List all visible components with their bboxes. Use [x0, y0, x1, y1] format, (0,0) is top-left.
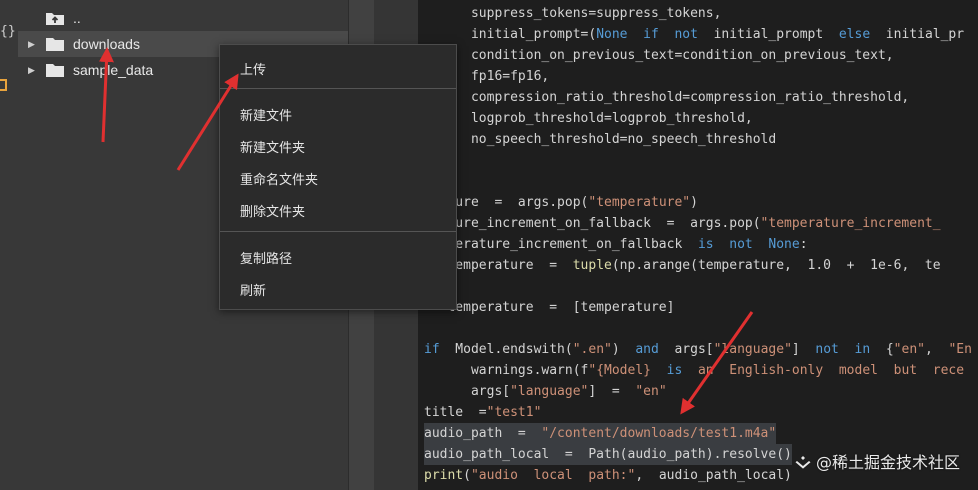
code-line: warnings.warn(f"{Model} is an English-on…	[424, 363, 965, 378]
watermark: @稀土掘金技术社区	[794, 449, 960, 473]
code-line: no_speech_threshold=no_speech_threshold	[424, 132, 777, 147]
expand-caret-icon[interactable]: ▶	[28, 39, 38, 50]
menu-divider	[220, 88, 456, 89]
code-line: temperature_increment_on_fallback is not…	[424, 237, 808, 252]
code-line: logprob_threshold=logprob_threshold,	[424, 111, 753, 126]
code-line: erature_increment_on_fallback = args.pop…	[424, 216, 941, 231]
code-line: erature = args.pop("temperature")	[424, 195, 698, 210]
code-line: args["language"] = "en"	[424, 384, 667, 399]
left-strip: {}	[0, 0, 18, 490]
code-editor: suppress_tokens=suppress_tokens, initial…	[374, 0, 978, 490]
file-item-label: downloads	[73, 36, 140, 52]
folder-up-icon	[46, 13, 64, 25]
watermark-text: @稀土掘金技术社区	[815, 453, 960, 472]
menu-divider	[220, 231, 456, 232]
folder-icon	[46, 64, 64, 77]
juejin-logo-icon	[795, 456, 811, 469]
code-line: suppress_tokens=suppress_tokens,	[424, 6, 722, 21]
code-line: compression_ratio_threshold=compression_…	[424, 90, 910, 105]
folder-icon	[46, 38, 64, 51]
menu-item-new-file[interactable]: 新建文件	[240, 105, 292, 124]
menu-item-upload[interactable]: 上传	[240, 59, 266, 78]
menu-item-copy-path[interactable]: 复制路径	[240, 248, 292, 267]
menu-item-new-folder[interactable]: 新建文件夹	[240, 137, 305, 156]
folder-outline-icon[interactable]	[0, 79, 7, 91]
code-line: title ="test1"	[424, 405, 542, 420]
menu-item-refresh[interactable]: 刷新	[240, 280, 266, 299]
code-line-highlighted: audio_path_local = Path(audio_path).reso…	[424, 444, 792, 465]
menu-item-rename-folder[interactable]: 重命名文件夹	[240, 169, 318, 188]
code-line-highlighted: audio_path = "/content/downloads/test1.m…	[424, 423, 777, 444]
code-area[interactable]: suppress_tokens=suppress_tokens, initial…	[418, 0, 978, 490]
code-brace-icon: {}	[0, 24, 16, 39]
code-line: condition_on_previous_text=condition_on_…	[424, 48, 894, 63]
context-menu: 上传 新建文件 新建文件夹 重命名文件夹 删除文件夹 复制路径 刷新	[219, 44, 457, 310]
code-line: if Model.endswith(".en") and args["langu…	[424, 342, 972, 357]
file-item-label: sample_data	[73, 62, 154, 78]
file-item-label: ..	[73, 10, 81, 26]
file-item-parent[interactable]: ..	[18, 5, 348, 31]
code-line: initial_prompt=(None if not initial_prom…	[424, 27, 965, 42]
code-line: temperature = tuple(np.arange(temperatur…	[424, 258, 941, 273]
menu-item-delete-folder[interactable]: 删除文件夹	[240, 201, 305, 220]
code-line: print("audio local path:", audio_path_lo…	[424, 468, 792, 483]
code-line: temperature = [temperature]	[424, 300, 675, 315]
expand-caret-icon[interactable]: ▶	[28, 65, 38, 76]
